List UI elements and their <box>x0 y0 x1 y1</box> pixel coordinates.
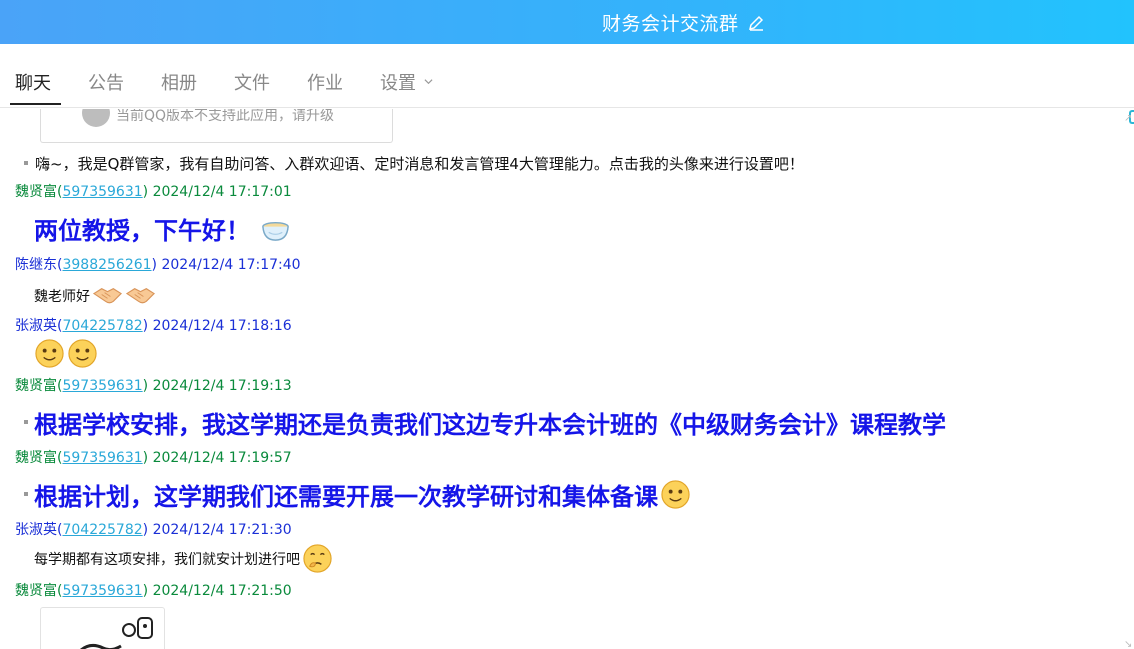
smile-icon <box>68 339 97 368</box>
message-text: 根据学校安排，我这学期还是负责我们这边专升本会计班的《中级财务会计》课程教学 <box>34 411 946 439</box>
tea-bowl-icon <box>262 221 289 241</box>
tab-bar: 聊天 公告 相册 文件 作业 设置 <box>0 44 1134 124</box>
message-body: 两位教授，下午好！ <box>34 211 291 246</box>
message-body: 根据学校安排，我这学期还是负责我们这边专升本会计班的《中级财务会计》课程教学 <box>34 405 946 440</box>
message-sender: 魏贤富(597359631) 2024/12/4 17:17:01 <box>15 184 292 200</box>
sender-name: 魏贤富 <box>15 378 57 394</box>
sender-qq-link[interactable]: 704225782 <box>62 522 142 538</box>
sender-name: 陈继东 <box>15 257 57 273</box>
sender-qq-link[interactable]: 597359631 <box>62 583 142 599</box>
message-text: 每学期都有这项安排，我们就安计划进行吧 <box>34 551 300 568</box>
sender-qq-link[interactable]: 597359631 <box>62 184 142 200</box>
message-sender: 陈继东(3988256261) 2024/12/4 17:17:40 <box>15 257 301 273</box>
message-time: 2024/12/4 17:17:40 <box>161 257 301 273</box>
tab-files[interactable]: 文件 <box>234 69 270 95</box>
message-text: 根据计划，这学期我们还需要开展一次教学研讨和集体备课 <box>34 483 658 511</box>
message-time: 2024/12/4 17:21:50 <box>152 583 292 599</box>
sender-qq-link[interactable]: 597359631 <box>62 450 142 466</box>
sender-name: 张淑英 <box>15 318 57 334</box>
tab-album[interactable]: 相册 <box>161 69 197 95</box>
chat-area[interactable]: ↗ ↘ 当前QQ版本不支持此应用，请升级 嗨~，我是Q群管家，我有自助问答、入群… <box>0 109 1134 649</box>
tab-chat[interactable]: 聊天 <box>15 69 51 95</box>
message-bullet <box>24 492 28 496</box>
message-body: 根据计划，这学期我们还需要开展一次教学研讨和集体备课 <box>34 477 691 512</box>
card-app-icon <box>82 109 110 127</box>
handshake-icon <box>92 288 122 304</box>
sender-name: 魏贤富 <box>15 450 57 466</box>
sender-name: 魏贤富 <box>15 184 57 200</box>
message-sender: 张淑英(704225782) 2024/12/4 17:18:16 <box>15 318 292 334</box>
system-bullet <box>24 161 28 165</box>
sender-name: 张淑英 <box>15 522 57 538</box>
message-bullet <box>24 420 28 424</box>
message-sender: 魏贤富(597359631) 2024/12/4 17:19:57 <box>15 450 292 466</box>
sender-name: 魏贤富 <box>15 583 57 599</box>
message-body: 魏老师好 <box>34 280 156 311</box>
message-sender: 魏贤富(597359631) 2024/12/4 17:21:50 <box>15 583 292 599</box>
tab-homework[interactable]: 作业 <box>307 69 343 95</box>
message-time: 2024/12/4 17:17:01 <box>152 184 292 200</box>
system-message: 嗨~，我是Q群管家，我有自助问答、入群欢迎语、定时消息和发言管理4大管理能力。点… <box>35 155 804 173</box>
smile-icon <box>661 480 690 509</box>
handshake-icon <box>125 288 155 304</box>
sender-qq-link[interactable]: 3988256261 <box>62 257 151 273</box>
group-title: 财务会计交流群 <box>602 13 739 35</box>
card-text: 当前QQ版本不支持此应用，请升级 <box>116 109 335 124</box>
smile-icon <box>35 339 64 368</box>
tab-announcement[interactable]: 公告 <box>88 69 124 95</box>
sticker-image[interactable] <box>40 607 165 649</box>
message-sender: 魏贤富(597359631) 2024/12/4 17:19:13 <box>15 378 292 394</box>
sticker-drawing-icon <box>80 617 153 649</box>
message-time: 2024/12/4 17:21:30 <box>152 522 292 538</box>
thinking-face-icon <box>303 544 332 573</box>
chevron-down-icon <box>424 79 433 85</box>
message-time: 2024/12/4 17:18:16 <box>152 318 292 334</box>
message-body <box>34 338 98 369</box>
message-body: 每学期都有这项安排，我们就安计划进行吧 <box>34 543 333 574</box>
scroll-down-icon[interactable]: ↘ <box>1124 639 1134 649</box>
app-card[interactable]: 当前QQ版本不支持此应用，请升级 <box>40 109 393 143</box>
message-time: 2024/12/4 17:19:13 <box>152 378 292 394</box>
tab-settings[interactable]: 设置 <box>380 69 433 95</box>
message-text: 两位教授，下午好！ <box>34 217 250 245</box>
title-bar: 财务会计交流群 <box>0 0 1134 44</box>
scroll-up-icon[interactable]: ↗ <box>1124 113 1134 124</box>
tab-settings-label: 设置 <box>380 73 416 94</box>
active-tab-indicator <box>10 103 61 105</box>
message-time: 2024/12/4 17:19:57 <box>152 450 292 466</box>
message-text: 魏老师好 <box>34 288 90 305</box>
sender-qq-link[interactable]: 704225782 <box>62 318 142 334</box>
message-sender: 张淑英(704225782) 2024/12/4 17:21:30 <box>15 522 292 538</box>
sender-qq-link[interactable]: 597359631 <box>62 378 142 394</box>
edit-icon[interactable] <box>747 14 765 32</box>
